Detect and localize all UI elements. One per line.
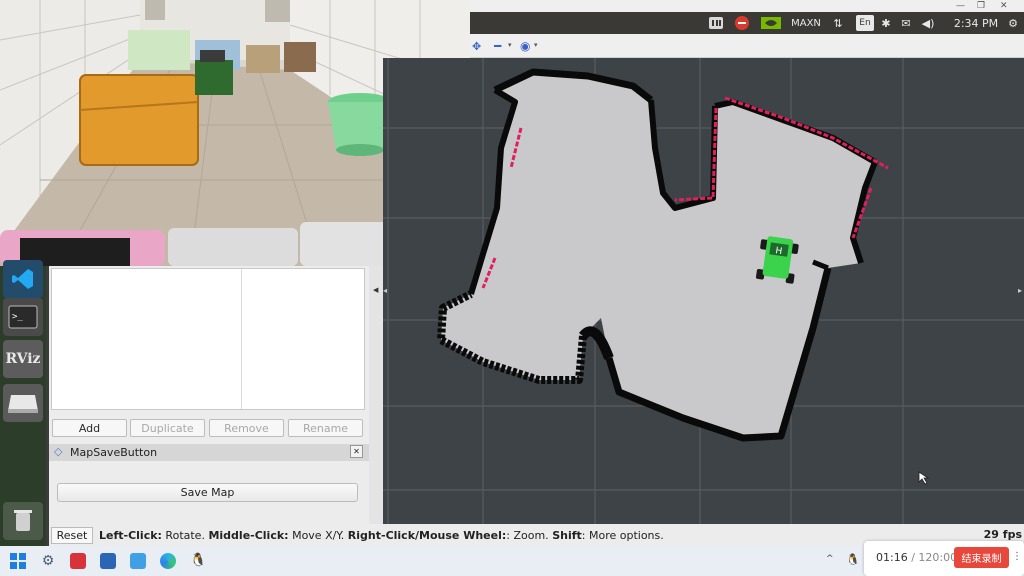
robot-label: H — [775, 246, 783, 257]
volume-icon[interactable]: ◀) — [920, 15, 936, 31]
save-map-button[interactable]: Save Map — [57, 483, 358, 502]
power-mode-label[interactable]: MAXN — [786, 15, 826, 31]
network-transfer-icon[interactable]: ⇅ — [830, 15, 846, 31]
chevron-down-icon[interactable]: ▾ — [534, 41, 538, 49]
keyboard-layout-label[interactable]: En — [856, 15, 874, 31]
remove-button[interactable]: Remove — [209, 419, 284, 437]
chevron-up-icon[interactable]: ^ — [826, 554, 834, 564]
tool-panel-title: MapSaveButton — [70, 446, 158, 459]
mail-icon[interactable]: ✉ — [898, 15, 914, 31]
collapse-left-icon[interactable]: ◂ — [383, 286, 389, 296]
move-tool-icon[interactable]: ✥ — [472, 40, 481, 53]
screen-recorder-widget: 01:16 / 120:00 结束录制 ⋮ — [864, 541, 1024, 576]
ubuntu-top-panel: — ❐ ✕ MAXN ⇅ En ✱ ✉ ◀) 2:34 PM ⚙ — [470, 0, 1024, 38]
diamond-icon: ◇ — [54, 445, 63, 458]
chevron-down-icon[interactable]: ▾ — [508, 41, 512, 49]
indicator-bar: MAXN ⇅ En ✱ ✉ ◀) 2:34 PM ⚙ — [470, 12, 1024, 34]
notes-icon[interactable] — [100, 553, 116, 569]
recorder-menu-icon[interactable]: ⋮ — [1012, 551, 1022, 562]
rviz-icon[interactable]: RViz — [3, 340, 43, 378]
qq-tray-icon[interactable]: 🐧 — [846, 553, 860, 566]
column-divider[interactable] — [241, 269, 242, 409]
ubuntu-launcher: >_ RViz — [0, 260, 46, 546]
reset-button[interactable]: Reset — [51, 527, 93, 544]
add-button[interactable]: Add — [52, 419, 127, 437]
rename-button[interactable]: Rename — [288, 419, 363, 437]
collapse-right-icon[interactable]: ▸ — [1018, 286, 1024, 296]
clock-label[interactable]: 2:34 PM — [948, 15, 1004, 31]
minimize-icon[interactable]: — — [956, 1, 965, 11]
nvidia-icon[interactable] — [760, 15, 782, 31]
svg-text:>_: >_ — [12, 312, 23, 322]
zoom-out-icon[interactable]: ━ — [494, 39, 501, 53]
collapse-left-icon[interactable]: ◀ — [373, 286, 378, 294]
gear-icon[interactable]: ⚙ — [1006, 15, 1020, 31]
screen: — ❐ ✕ MAXN ⇅ En ✱ ✉ ◀) 2:34 PM ⚙ ✥ ━ ▾ ◉… — [0, 0, 1024, 576]
explorer-icon[interactable] — [130, 553, 146, 569]
terminal-icon[interactable]: >_ — [3, 298, 43, 336]
recording-timer: 01:16 / 120:00 — [876, 551, 958, 564]
stop-recording-button[interactable]: 结束录制 — [954, 547, 1009, 568]
mouse-cursor-icon — [918, 471, 930, 485]
panel-splitter[interactable]: ◀ — [369, 266, 383, 524]
input-method-icon[interactable] — [708, 15, 724, 31]
restore-icon[interactable]: ❐ — [977, 1, 985, 11]
settings-icon[interactable]: ⚙ — [40, 553, 56, 569]
edge-icon[interactable] — [160, 553, 176, 569]
mouse-hint-text: Left-Click: Rotate. Middle-Click: Move X… — [99, 529, 664, 542]
tool-panel-header: ◇ MapSaveButton ✕ — [49, 444, 369, 461]
rviz-displays-panel: Add Duplicate Remove Rename ◇ MapSaveBut… — [49, 266, 369, 524]
disk-icon[interactable] — [3, 384, 43, 422]
duplicate-button[interactable]: Duplicate — [130, 419, 205, 437]
close-icon[interactable]: ✕ — [350, 445, 363, 458]
qq-icon[interactable]: 🐧 — [190, 553, 206, 569]
bluetooth-icon[interactable]: ✱ — [880, 15, 892, 31]
stop-icon[interactable] — [734, 15, 750, 31]
fps-counter: 29 fps — [983, 528, 1022, 541]
eye-icon[interactable]: ◉ — [520, 39, 530, 53]
windows-start-icon[interactable] — [10, 553, 26, 569]
app-red-icon[interactable] — [70, 553, 86, 569]
vscode-icon[interactable] — [3, 260, 43, 298]
trash-icon[interactable] — [3, 502, 43, 540]
rviz-3d-view[interactable]: H ◂ ▸ — [383, 58, 1024, 524]
close-icon[interactable]: ✕ — [1000, 1, 1008, 11]
rviz-toolbar: ✥ ━ ▾ ◉ ▾ — [470, 38, 1024, 58]
display-tree[interactable] — [51, 268, 365, 410]
